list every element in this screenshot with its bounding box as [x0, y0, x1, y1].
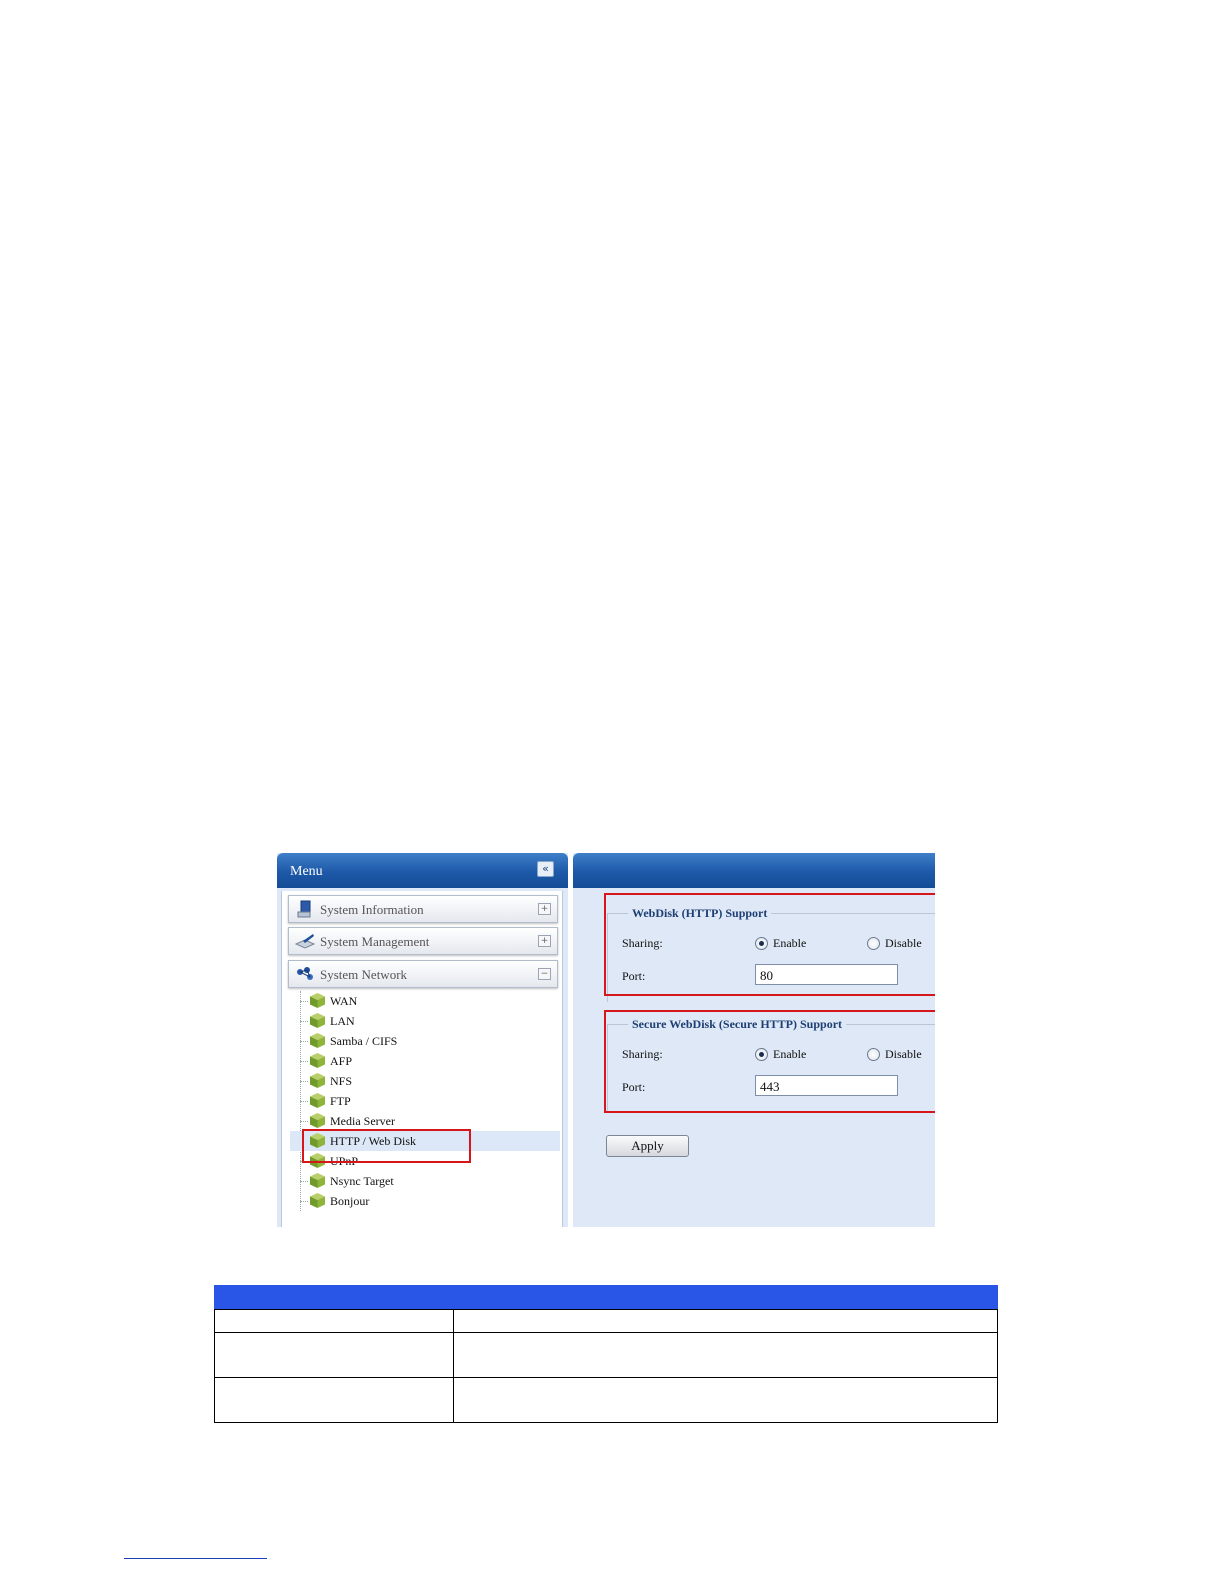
tree-branch	[300, 1001, 308, 1002]
tree-item-samba-cifs[interactable]: Samba / CIFS	[300, 1031, 560, 1051]
network-icon	[297, 967, 313, 980]
menu-section-system-information[interactable]: System Information +	[288, 895, 558, 923]
tree-branch	[300, 1181, 308, 1182]
menu-body: System Information + System Management +	[281, 891, 563, 1227]
menu-panel: Menu « System Information + System Manag…	[277, 853, 568, 1227]
tree-branch	[300, 1121, 308, 1122]
cube-icon	[310, 1113, 325, 1128]
tree-item-label: NFS	[330, 1074, 353, 1088]
footnote-separator	[124, 1558, 267, 1559]
tree-item-ftp[interactable]: FTP	[300, 1091, 560, 1111]
expand-icon[interactable]: +	[538, 903, 551, 915]
cube-icon	[310, 993, 325, 1008]
highlight-box	[302, 1129, 471, 1163]
tree-branch	[300, 1101, 308, 1102]
tree-item-nfs[interactable]: NFS	[300, 1071, 560, 1091]
tree-item-label: Nsync Target	[330, 1174, 394, 1188]
highlight-box	[604, 1010, 935, 1113]
management-icon	[295, 934, 315, 949]
tree-branch	[300, 1201, 308, 1202]
tree-item-label: FTP	[330, 1094, 351, 1108]
cube-icon	[310, 1193, 325, 1208]
cube-icon	[310, 1073, 325, 1088]
nas-web-ui-screenshot: Menu « System Information + System Manag…	[277, 853, 935, 1227]
menu-section-label: System Management	[320, 934, 430, 949]
table-row-divider	[214, 1332, 998, 1333]
tree-item-label: Samba / CIFS	[330, 1034, 398, 1048]
expand-icon[interactable]: +	[538, 935, 551, 947]
table-column-divider	[453, 1309, 454, 1423]
table-frame	[214, 1309, 998, 1423]
menu-section-system-network[interactable]: System Network −	[288, 960, 558, 988]
apply-button[interactable]: Apply	[606, 1135, 689, 1157]
tree-branch	[300, 1041, 308, 1042]
menu-section-system-management[interactable]: System Management +	[288, 927, 558, 955]
tree-item-label: Media Server	[330, 1114, 395, 1128]
tree-item-label: Bonjour	[330, 1194, 370, 1208]
tree-branch	[300, 1061, 308, 1062]
tree-item-label: AFP	[330, 1054, 353, 1068]
collapse-menu-button[interactable]: «	[537, 861, 554, 877]
cube-icon	[310, 1013, 325, 1028]
tree-branch	[300, 1021, 308, 1022]
table-row-divider	[214, 1377, 998, 1378]
table-row-divider	[214, 1309, 998, 1310]
tree-item-lan[interactable]: LAN	[300, 1011, 560, 1031]
table-header	[214, 1285, 998, 1309]
computer-icon	[297, 900, 311, 918]
menu-header: Menu «	[277, 853, 568, 888]
collapse-icon[interactable]: −	[538, 968, 551, 980]
tree-item-afp[interactable]: AFP	[300, 1051, 560, 1071]
cube-icon	[310, 1093, 325, 1108]
menu-title: Menu	[290, 864, 323, 879]
cube-icon	[310, 1053, 325, 1068]
content-header	[573, 853, 935, 888]
menu-section-label: System Information	[320, 902, 424, 917]
tree-item-media-server[interactable]: Media Server	[300, 1111, 560, 1131]
menu-section-label: System Network	[320, 967, 408, 982]
description-table	[214, 1285, 998, 1423]
content-panel: WebDisk (HTTP) Support Sharing: Enable D…	[573, 853, 935, 1227]
tree-item-wan[interactable]: WAN	[300, 991, 560, 1011]
highlight-box	[604, 893, 935, 996]
cube-icon	[310, 1033, 325, 1048]
tree-item-label: LAN	[330, 1014, 355, 1028]
tree-branch	[300, 1081, 308, 1082]
tree-item-bonjour[interactable]: Bonjour	[300, 1191, 560, 1211]
cube-icon	[310, 1173, 325, 1188]
tree-item-nsync-target[interactable]: Nsync Target	[300, 1171, 560, 1191]
tree-item-label: WAN	[330, 994, 358, 1008]
